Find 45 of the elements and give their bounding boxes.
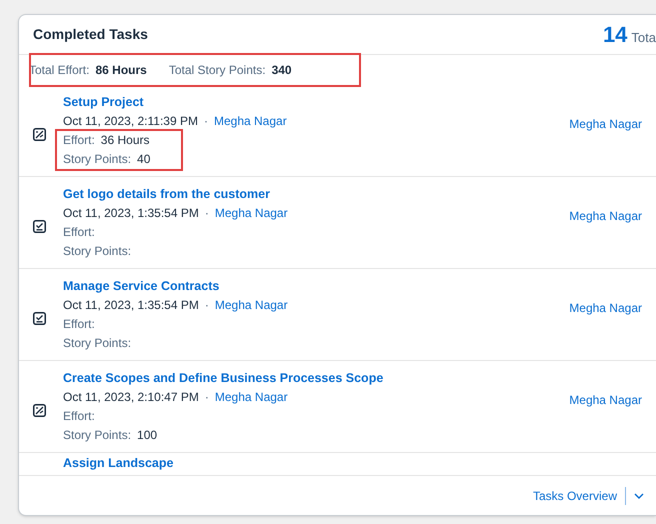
- card-title: Completed Tasks: [33, 25, 148, 44]
- task-count: 14: [602, 21, 628, 49]
- effort-label: Effort:: [63, 132, 95, 149]
- task-timestamp: Oct 11, 2023, 2:10:47 PM: [63, 389, 199, 406]
- story-points-value: 40: [137, 151, 150, 168]
- story-points-label: Story Points:: [63, 427, 132, 444]
- task-title-link[interactable]: Setup Project: [63, 93, 570, 112]
- assignee-link[interactable]: Megha Nagar: [569, 114, 642, 132]
- summary-label: Total Effort:: [29, 62, 90, 79]
- task-timestamp: Oct 11, 2023, 1:35:54 PM: [63, 205, 199, 222]
- count-label: Tota: [631, 29, 656, 47]
- project-icon: [33, 404, 46, 417]
- owner-link[interactable]: Megha Nagar: [214, 204, 288, 223]
- task-title-link[interactable]: Assign Landscape: [63, 454, 642, 473]
- separator-dot: ·: [204, 297, 209, 314]
- effort-label: Effort:: [63, 408, 95, 425]
- assignee-link[interactable]: Megha Nagar: [569, 390, 642, 408]
- assignee-link[interactable]: Megha Nagar: [569, 206, 642, 224]
- owner-link[interactable]: Megha Nagar: [214, 388, 288, 407]
- tasks-overview-link[interactable]: Tasks Overview: [532, 486, 617, 504]
- effort-label: Effort:: [63, 316, 95, 333]
- effort-label: Effort:: [63, 224, 95, 241]
- task-title-link[interactable]: Get logo details from the customer: [63, 185, 570, 204]
- summary-value: 340: [272, 62, 292, 79]
- project-icon: [33, 128, 46, 141]
- story-points-value: 100: [137, 427, 158, 444]
- checked-task-icon: [33, 312, 46, 325]
- task-timestamp: Oct 11, 2023, 2:11:39 PM: [63, 113, 198, 130]
- story-points-label: Story Points:: [63, 151, 132, 168]
- assignee-link[interactable]: Megha Nagar: [569, 298, 642, 316]
- task-title-link[interactable]: Manage Service Contracts: [63, 277, 570, 296]
- summary-value: 86 Hours: [95, 62, 147, 79]
- separator-dot: ·: [204, 113, 208, 130]
- owner-link[interactable]: Megha Nagar: [214, 296, 288, 315]
- story-points-label: Story Points:: [63, 243, 132, 260]
- effort-value: 36 Hours: [100, 132, 150, 149]
- chevron-down-icon[interactable]: [634, 492, 644, 498]
- story-points-label: Story Points:: [63, 335, 132, 352]
- summary-label: Total Story Points:: [168, 62, 266, 79]
- checked-task-icon: [33, 220, 46, 233]
- owner-link[interactable]: Megha Nagar: [214, 112, 287, 131]
- task-timestamp: Oct 11, 2023, 1:35:54 PM: [63, 297, 199, 314]
- separator-dot: ·: [204, 205, 209, 222]
- separator-dot: ·: [204, 389, 209, 406]
- task-title-link[interactable]: Create Scopes and Define Business Processes Scope: [63, 369, 570, 388]
